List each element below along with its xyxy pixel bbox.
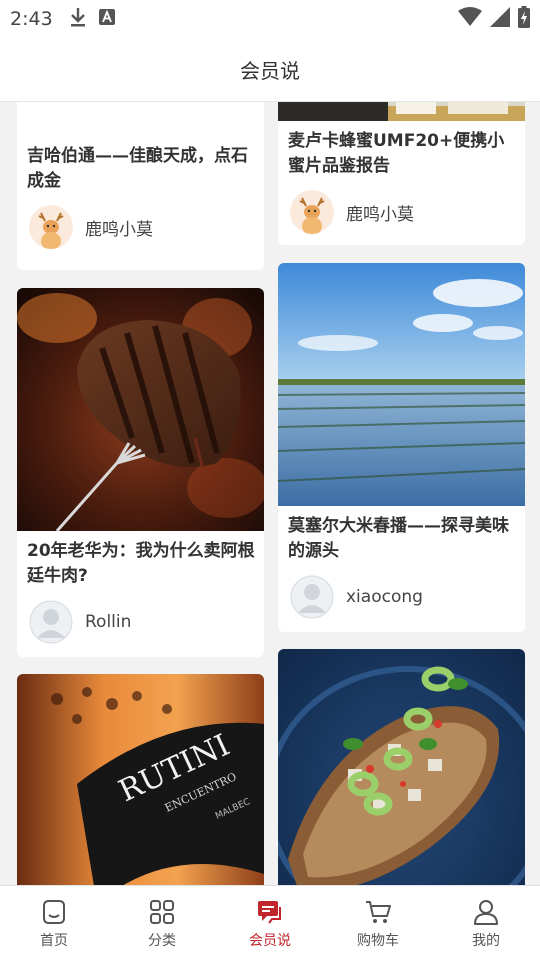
nav-item-home[interactable]: 首页 (0, 886, 108, 960)
nav-item-cart[interactable]: 购物车 (324, 886, 432, 960)
nav-label: 分类 (148, 933, 176, 949)
wine-label-image (17, 102, 264, 127)
chat-icon (258, 901, 281, 924)
bottom-navigation: 首页 分类 会员说 购物车 我的 (0, 885, 540, 960)
bruschetta-plate-image (278, 649, 525, 885)
article-title: 麦卢卡蜂蜜UMF20+便携小蜜片品鉴报告 (288, 131, 505, 176)
home-icon (43, 900, 65, 924)
rice-paddy-image (278, 263, 525, 506)
app-screen: 2:43 会员说 吉哈伯通——佳酿天成，点石成金 鹿鸣小莫 麦卢卡蜂蜜UMF20… (0, 0, 540, 960)
article-title: 吉哈伯通——佳酿天成，点石成金 (27, 146, 248, 191)
default-avatar (29, 600, 73, 644)
article-feed[interactable]: 吉哈伯通——佳酿天成，点石成金 鹿鸣小莫 麦卢卡蜂蜜UMF20+便携小蜜片品鉴报… (0, 102, 540, 885)
article-author: 鹿鸣小莫 (29, 205, 153, 249)
nav-label: 我的 (472, 933, 500, 949)
status-right-icons (458, 6, 530, 32)
author-name: 鹿鸣小莫 (85, 219, 153, 240)
nav-label: 首页 (40, 933, 68, 949)
download-icon (69, 6, 87, 32)
author-name: Rollin (85, 612, 132, 632)
deer-avatar (29, 205, 73, 249)
honey-package-image (278, 102, 525, 121)
article-author: Rollin (29, 600, 131, 644)
page-title: 会员说 (240, 59, 300, 83)
article-title: 20年老华为：我为什么卖阿根廷牛肉? (27, 541, 255, 586)
article-card[interactable]: 莫塞尔大米春播——探寻美味的源头 xiaocong (278, 263, 525, 632)
article-card[interactable] (278, 649, 525, 885)
deer-avatar (290, 190, 334, 234)
article-card[interactable]: 20年老华为：我为什么卖阿根廷牛肉? Rollin (17, 288, 264, 657)
nav-item-profile[interactable]: 我的 (432, 886, 540, 960)
author-name: 鹿鸣小莫 (346, 204, 414, 225)
grid-icon (150, 900, 174, 924)
nav-item-member-talk[interactable]: 会员说 (216, 886, 324, 960)
author-name: xiaocong (346, 587, 423, 607)
steak-on-fork-image (17, 288, 264, 531)
status-time: 2:43 (10, 8, 53, 30)
article-card[interactable]: 吉哈伯通——佳酿天成，点石成金 鹿鸣小莫 (17, 102, 264, 270)
wine-bottle-label-image: RUTINI ENCUENTRO MALBEC (17, 674, 264, 885)
nav-item-category[interactable]: 分类 (108, 886, 216, 960)
app-header: 会员说 (0, 38, 540, 102)
signal-icon (490, 7, 510, 31)
battery-charging-icon (518, 6, 530, 32)
status-bar: 2:43 (0, 0, 540, 38)
article-card[interactable]: RUTINI ENCUENTRO MALBEC (17, 674, 264, 885)
nav-label: 会员说 (249, 933, 291, 949)
default-avatar (290, 575, 334, 619)
text-input-icon (98, 9, 115, 29)
cart-icon (366, 901, 391, 923)
nav-label: 购物车 (357, 933, 399, 949)
article-title: 莫塞尔大米春播——探寻美味的源头 (288, 516, 509, 561)
article-card[interactable]: 麦卢卡蜂蜜UMF20+便携小蜜片品鉴报告 鹿鸣小莫 (278, 102, 525, 245)
article-author: 鹿鸣小莫 (290, 190, 414, 234)
user-icon (474, 900, 498, 925)
wifi-icon (458, 7, 482, 31)
article-author: xiaocong (290, 575, 423, 619)
